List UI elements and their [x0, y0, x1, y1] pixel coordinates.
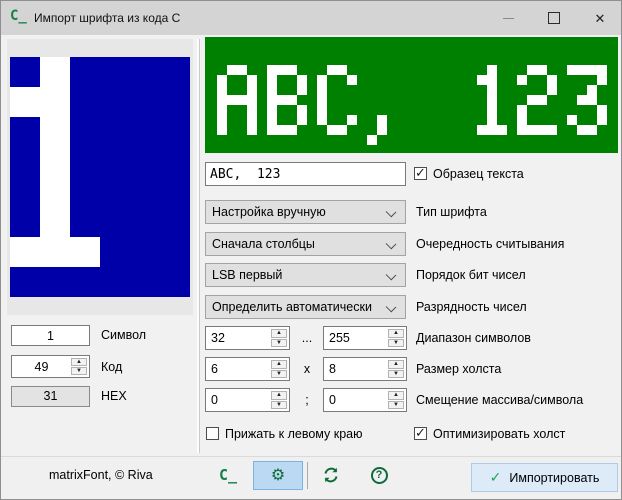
hex-field: 31	[11, 386, 90, 407]
font-type-label: Тип шрифта	[416, 200, 487, 224]
import-button-label: Импортировать	[509, 471, 599, 485]
symbol-label: Символ	[101, 325, 146, 346]
canvas-height-value: 8	[329, 358, 336, 380]
range-label: Диапазон символов	[416, 326, 531, 350]
chevron-down-icon	[386, 207, 397, 218]
bit-depth-value: Определить автоматически	[212, 296, 372, 318]
sample-text-checkbox[interactable]: ✓	[414, 167, 427, 180]
panel-splitter[interactable]	[197, 39, 200, 453]
code-spinner[interactable]: 49 ▲▼	[11, 355, 90, 378]
minimize-button[interactable]	[485, 1, 531, 35]
toolbar-separator	[307, 462, 308, 489]
sample-text-checkbox-label: Образец текста	[433, 167, 524, 181]
symbol-offset-value: 0	[329, 389, 336, 411]
canvas-width-value: 6	[211, 358, 218, 380]
refresh-button[interactable]	[315, 459, 347, 491]
spin-buttons: ▲▼	[388, 360, 404, 378]
check-icon: ✓	[490, 469, 502, 486]
range-from-spinner[interactable]: 32 ▲▼	[205, 326, 290, 350]
spin-buttons: ▲▼	[271, 360, 287, 378]
spin-up-icon[interactable]: ▲	[388, 391, 404, 400]
chevron-down-icon	[386, 302, 397, 313]
sample-text-preview	[205, 37, 618, 153]
array-offset-spinner[interactable]: 0 ▲▼	[205, 388, 290, 412]
maximize-icon	[548, 12, 560, 24]
checkmark-icon: ✓	[415, 425, 426, 441]
canvas-height-spinner[interactable]: 8 ▲▼	[323, 357, 407, 381]
bit-order-value: LSB первый	[212, 264, 282, 286]
spin-down-icon[interactable]: ▼	[271, 401, 287, 410]
chevron-down-icon	[386, 270, 397, 281]
minimize-icon	[503, 18, 514, 19]
spin-buttons: ▲▼	[388, 391, 404, 409]
read-order-select[interactable]: Сначала столбцы	[205, 232, 406, 256]
chevron-down-icon	[386, 239, 397, 250]
range-to-spinner[interactable]: 255 ▲▼	[323, 326, 407, 350]
range-to-value: 255	[329, 327, 350, 349]
canvas-size-label: Размер холста	[416, 357, 501, 381]
array-offset-value: 0	[211, 389, 218, 411]
align-left-label: Прижать к левому краю	[225, 427, 363, 441]
spin-down-icon[interactable]: ▼	[388, 401, 404, 410]
bit-order-label: Порядок бит чисел	[416, 263, 526, 287]
sample-text-input[interactable]	[205, 162, 406, 186]
app-logo: C_	[219, 466, 237, 484]
maximize-button[interactable]	[531, 1, 577, 35]
spin-up-icon[interactable]: ▲	[388, 360, 404, 369]
close-button[interactable]: ✕	[577, 1, 622, 35]
bit-depth-select[interactable]: Определить автоматически	[205, 295, 406, 319]
read-order-label: Очередность считывания	[416, 232, 564, 256]
read-order-value: Сначала столбцы	[212, 233, 315, 255]
help-button[interactable]: ?	[363, 459, 395, 491]
spin-down-icon[interactable]: ▼	[271, 370, 287, 379]
spin-down-icon[interactable]: ▼	[271, 339, 287, 348]
optimize-canvas-label: Оптимизировать холст	[433, 427, 565, 441]
bit-order-select[interactable]: LSB первый	[205, 263, 406, 287]
refresh-icon	[321, 465, 341, 485]
titlebar: C_ Импорт шрифта из кода C ✕	[1, 1, 621, 35]
spin-buttons: ▲▼	[388, 329, 404, 347]
size-separator: x	[290, 357, 324, 381]
symbol-field[interactable]	[11, 325, 90, 346]
spin-buttons: ▲▼	[271, 391, 287, 409]
offset-label: Смещение массива/символа	[416, 388, 583, 412]
import-font-dialog: C_ Импорт шрифта из кода C ✕ Символ 49 ▲…	[0, 0, 622, 500]
hex-label: HEX	[101, 386, 127, 407]
offset-separator: ;	[290, 388, 324, 412]
spin-down-icon[interactable]: ▼	[71, 367, 87, 375]
gear-icon: ⚙	[271, 468, 285, 484]
close-icon: ✕	[595, 12, 606, 25]
spin-up-icon[interactable]: ▲	[388, 329, 404, 338]
font-type-select[interactable]: Настройка вручную	[205, 200, 406, 224]
spin-down-icon[interactable]: ▼	[388, 339, 404, 348]
settings-button[interactable]: ⚙	[253, 461, 303, 490]
app-icon: C_	[10, 8, 27, 24]
spin-up-icon[interactable]: ▲	[271, 329, 287, 338]
align-left-checkbox[interactable]: ✓	[206, 427, 219, 440]
range-from-value: 32	[211, 327, 225, 349]
optimize-canvas-checkbox[interactable]: ✓	[414, 427, 427, 440]
import-button[interactable]: ✓ Импортировать	[471, 463, 618, 492]
spin-up-icon[interactable]: ▲	[271, 360, 287, 369]
glyph-pixel-canvas[interactable]	[10, 57, 190, 297]
bit-depth-label: Разрядность чисел	[416, 295, 527, 319]
checkmark-icon: ✓	[415, 165, 426, 181]
help-icon: ?	[371, 467, 388, 484]
spin-up-icon[interactable]: ▲	[271, 391, 287, 400]
code-value: 49	[12, 356, 71, 377]
window-title: Импорт шрифта из кода C	[34, 1, 180, 35]
credit-text: matrixFont, © Riva	[49, 468, 153, 482]
spin-buttons: ▲▼	[271, 329, 287, 347]
symbol-offset-spinner[interactable]: 0 ▲▼	[323, 388, 407, 412]
code-spin-buttons: ▲▼	[71, 358, 87, 375]
range-separator: ...	[290, 326, 324, 350]
code-label: Код	[101, 355, 122, 379]
spin-down-icon[interactable]: ▼	[388, 370, 404, 379]
canvas-width-spinner[interactable]: 6 ▲▼	[205, 357, 290, 381]
spin-up-icon[interactable]: ▲	[71, 358, 87, 366]
font-type-value: Настройка вручную	[212, 201, 326, 223]
